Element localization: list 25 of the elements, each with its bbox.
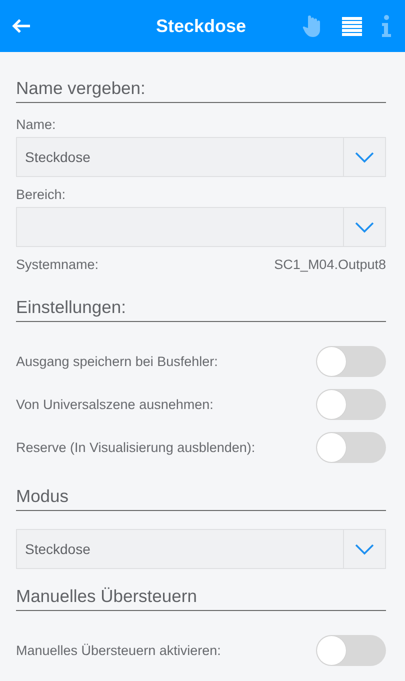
section-heading: Einstellungen:: [16, 297, 386, 322]
chevron-down-icon: [355, 222, 374, 232]
section-heading: Modus: [16, 486, 386, 511]
toggle-label: Von Universalszene ausnehmen:: [16, 397, 214, 412]
toggle-switch[interactable]: [316, 346, 386, 377]
toggle-label: Reserve (In Visualisierung ausblenden):: [16, 440, 256, 455]
field-label: Name:: [16, 117, 57, 132]
section-heading: Manuelles Übersteuern: [16, 586, 386, 611]
section-heading: Name vergeben:: [16, 78, 386, 103]
dropdown-field[interactable]: [16, 207, 386, 247]
toggle-switch[interactable]: [316, 432, 386, 463]
list-icon[interactable]: [342, 16, 362, 36]
info-label: Systemname:: [16, 257, 99, 272]
info-value: SC1_M04.Output8: [274, 257, 386, 272]
back-arrow-icon[interactable]: [11, 18, 31, 34]
dropdown-field[interactable]: Steckdose: [16, 529, 386, 569]
toggle-label: Manuelles Übersteuern aktivieren:: [16, 643, 221, 658]
toggle-label: Ausgang speichern bei Busfehler:: [16, 354, 218, 369]
toggle-switch[interactable]: [316, 389, 386, 420]
dropdown-field[interactable]: Steckdose: [16, 137, 386, 177]
field-label: Bereich:: [16, 187, 67, 202]
chevron-down-icon: [355, 152, 374, 162]
toggle-switch[interactable]: [316, 635, 386, 666]
chevron-down-icon: [355, 544, 374, 554]
page-title: Steckdose: [156, 16, 246, 36]
